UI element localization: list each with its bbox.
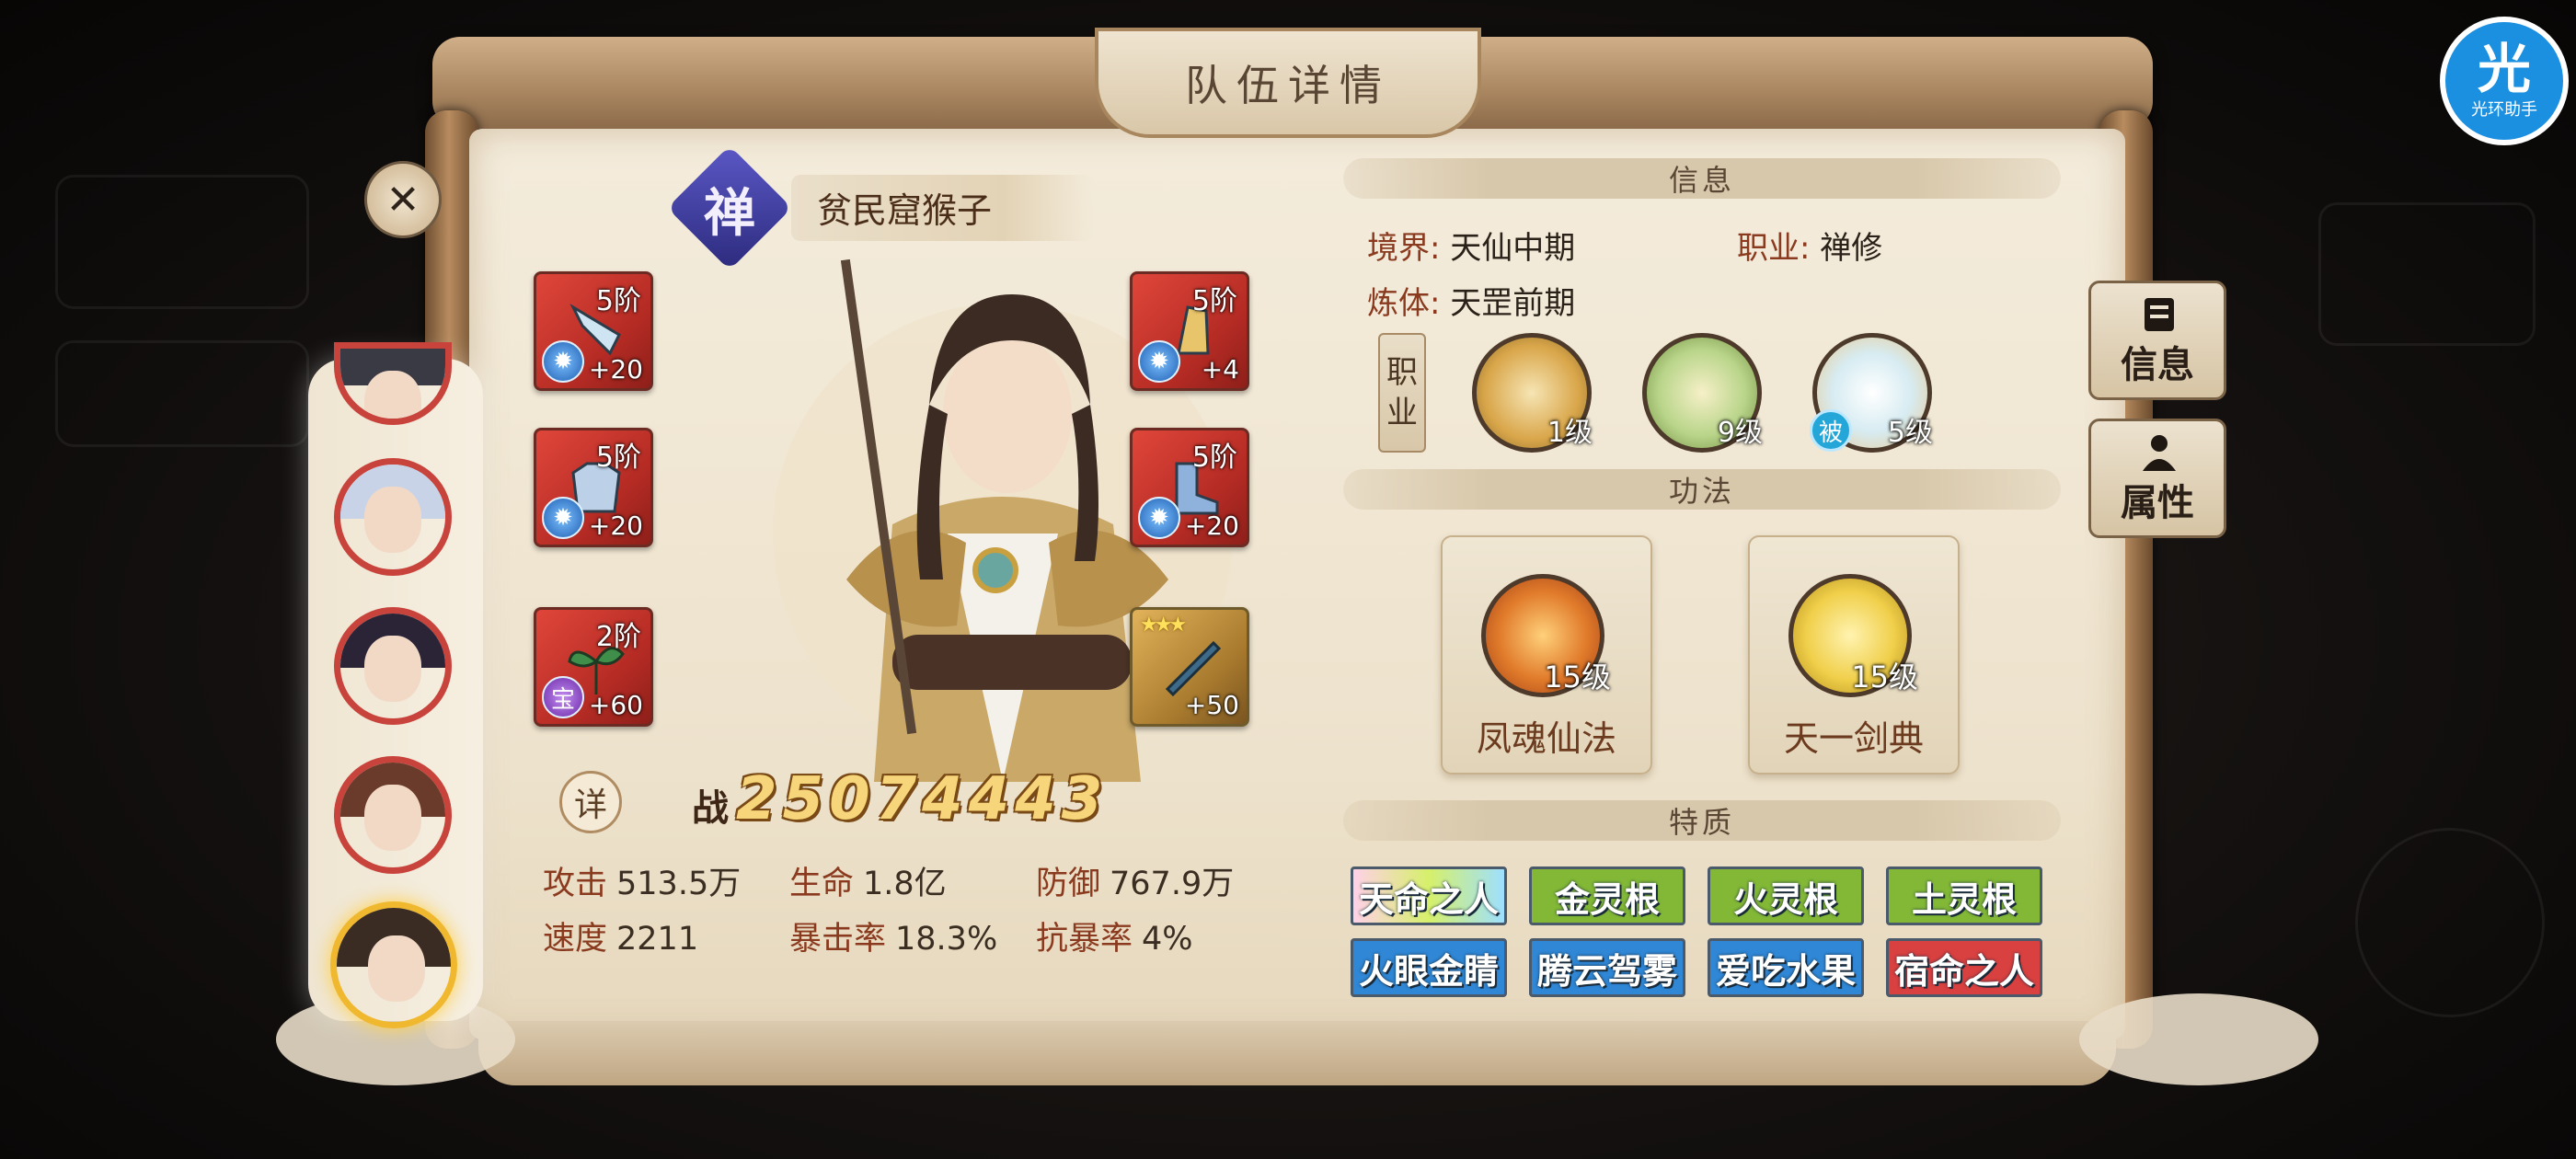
cloud-decoration <box>2079 993 2318 1085</box>
info-realm: 境界: 天仙中期 <box>1367 230 1576 267</box>
background-panel <box>55 175 309 309</box>
stat-crit-rate: 暴击率 18.3% <box>789 921 998 958</box>
equip-tier: 5阶 <box>1191 442 1237 474</box>
trait-badge[interactable]: 金灵根 <box>1529 866 1685 925</box>
gongfa-level: 15级 <box>1851 660 1918 694</box>
equip-bonus: +4 <box>1201 354 1239 384</box>
equip-slot-gauntlet[interactable]: 5阶 ✹ +4 <box>1130 271 1249 391</box>
helper-label: 光环助手 <box>2471 100 2537 120</box>
equip-tier: 5阶 <box>595 442 641 474</box>
close-tag-icon[interactable]: ✕ <box>364 161 442 238</box>
stat-crit-resist: 抗暴率 4% <box>1036 921 1193 958</box>
page-title: 队伍详情 <box>1185 61 1391 110</box>
equip-bonus: +20 <box>1184 511 1239 541</box>
stat-defense: 防御 767.9万 <box>1036 866 1235 902</box>
trait-badge[interactable]: 腾云驾雾 <box>1529 938 1685 997</box>
team-member-avatar[interactable] <box>334 756 452 874</box>
star-rating: ★★★ <box>1140 614 1187 637</box>
team-member-avatar[interactable] <box>334 607 452 725</box>
gongfa-level: 15级 <box>1544 660 1611 694</box>
team-member-avatar[interactable] <box>334 342 452 425</box>
tab-attributes[interactable]: 属性 <box>2088 419 2226 538</box>
equip-slot-armor[interactable]: 5阶 ✹ +20 <box>534 428 653 547</box>
stat-speed: 速度 2211 <box>543 921 699 958</box>
background-panel <box>2318 202 2536 346</box>
detail-button[interactable]: 详 <box>559 771 622 833</box>
stat-hp: 生命 1.8亿 <box>789 866 947 902</box>
tab-label: 属性 <box>2121 482 2194 524</box>
gem-icon: ✹ <box>542 497 584 539</box>
equip-bonus: +20 <box>588 511 643 541</box>
equip-slot-weapon[interactable]: 5阶 ✹ +20 <box>534 271 653 391</box>
trait-badge[interactable]: 天命之人 <box>1351 866 1507 925</box>
team-list <box>308 342 483 1028</box>
section-header-traits: 特质 <box>1343 800 2061 841</box>
equip-slot-boots[interactable]: 5阶 ✹ +20 <box>1130 428 1249 547</box>
skill-level: 5级 <box>1887 417 1933 449</box>
hero-name: 贫民窟猴子 <box>817 190 993 231</box>
equip-slot-treasure[interactable]: 2阶 宝 +60 <box>534 607 653 727</box>
phoenix-icon: 15级 <box>1481 574 1611 697</box>
job-skill-icon[interactable]: 被 5级 <box>1810 333 1933 453</box>
gem-icon: ✹ <box>1138 340 1180 383</box>
trait-badge[interactable]: 爱吃水果 <box>1708 938 1864 997</box>
gongfa-card[interactable]: 15级 凤魂仙法 <box>1441 535 1652 775</box>
power-label: 战 <box>692 787 729 830</box>
team-member-avatar[interactable] <box>334 458 452 576</box>
gem-icon: ✹ <box>542 340 584 383</box>
team-member-avatar-selected[interactable] <box>330 901 457 1028</box>
trait-badge[interactable]: 火眼金睛 <box>1351 938 1507 997</box>
job-tab-label: 业 <box>1386 395 1418 431</box>
job-tab[interactable]: 职 业 <box>1378 333 1426 453</box>
equip-tier: 5阶 <box>1191 285 1237 317</box>
scroll-icon <box>2145 298 2174 331</box>
character-icon <box>2143 435 2176 471</box>
skill-level: 1级 <box>1547 417 1593 449</box>
equip-bonus: +20 <box>588 354 643 384</box>
background-panel <box>2355 828 2545 1017</box>
passive-badge: 被 <box>1810 409 1852 452</box>
helper-badge[interactable]: 光 光环助手 <box>2440 17 2569 145</box>
info-job: 职业: 禅修 <box>1737 230 1883 267</box>
power-value: 25074443 <box>736 765 1109 833</box>
trait-badge[interactable]: 火灵根 <box>1708 866 1864 925</box>
gongfa-card[interactable]: 15级 天一剑典 <box>1748 535 1960 775</box>
gongfa-name: 凤魂仙法 <box>1476 718 1616 759</box>
sword-manual-icon: 15级 <box>1788 574 1918 697</box>
background-panel <box>55 340 309 447</box>
gem-icon: ✹ <box>1138 497 1180 539</box>
section-header-info: 信息 <box>1343 158 2061 199</box>
tab-label: 信息 <box>2121 344 2194 386</box>
treasure-icon: 宝 <box>542 676 584 718</box>
job-tab-label: 职 <box>1386 354 1418 391</box>
job-skill-icon[interactable]: 9级 <box>1642 333 1763 453</box>
trait-badge[interactable]: 土灵根 <box>1886 866 2042 925</box>
equip-slot-artifact[interactable]: ★★★ +50 <box>1130 607 1249 727</box>
scroll-bottom-edge <box>478 1021 2116 1085</box>
job-skill-icon[interactable]: 1级 <box>1472 333 1593 453</box>
skill-level: 9级 <box>1717 417 1763 449</box>
title-plate: 队伍详情 <box>1095 28 1481 138</box>
section-header-gongfa: 功法 <box>1343 469 2061 510</box>
equip-bonus: +60 <box>588 690 643 720</box>
tab-info[interactable]: 信息 <box>2088 281 2226 400</box>
stat-attack: 攻击 513.5万 <box>543 866 742 902</box>
info-body: 炼体: 天罡前期 <box>1367 285 1576 322</box>
equip-tier: 2阶 <box>595 621 641 653</box>
gongfa-name: 天一剑典 <box>1783 718 1924 759</box>
trait-badge[interactable]: 宿命之人 <box>1886 938 2042 997</box>
helper-logo-icon: 光 <box>2477 38 2531 100</box>
equip-tier: 5阶 <box>595 285 641 317</box>
equip-bonus: +50 <box>1184 690 1239 720</box>
